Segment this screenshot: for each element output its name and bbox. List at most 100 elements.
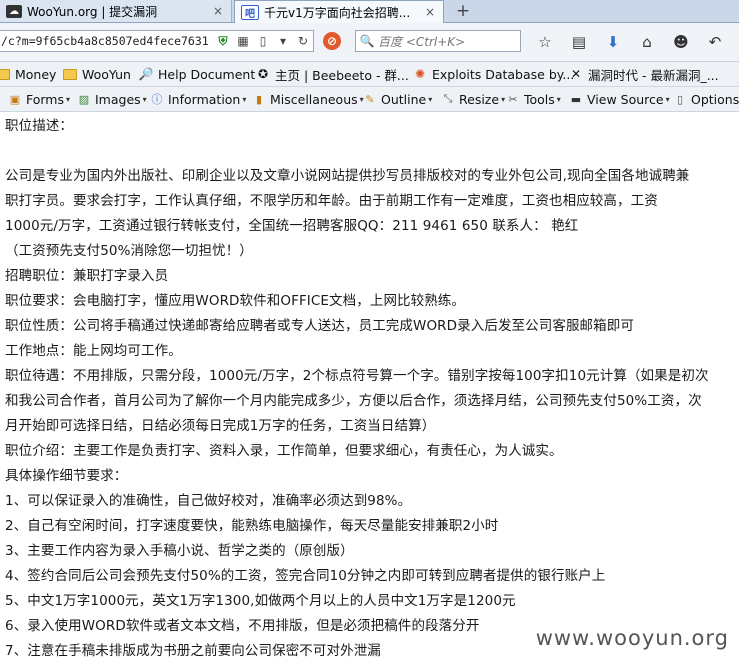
dev-menu-label: Options (691, 91, 739, 107)
navigation-bar: /c?m=9f65cb4a8c8507ed4fece7631 ⛨ ▦ ▯ ▾ ↻… (0, 23, 739, 62)
shield-icon[interactable]: ⛨ (213, 31, 233, 51)
stop-icon[interactable]: ⊘ (323, 32, 341, 50)
bookmark-label: Help Document (158, 66, 256, 82)
bookmark-label: 主页 | Beebeeto - 群... (275, 67, 409, 83)
url-field[interactable]: /c?m=9f65cb4a8c8507ed4fece7631 (0, 34, 213, 48)
chat-icon[interactable]: ☻ (664, 31, 698, 53)
content-line: （工资预先支付50%消除您一切担忧！） (5, 243, 253, 259)
content-line: 6、录入使用WORD软件或者文本文档，不用排版，但是必须把稿件的段落分开 (5, 618, 480, 634)
content-line: 3、主要工作内容为录入手稿小说、哲学之类的（原创版） (5, 543, 354, 559)
content-line: 5、中文1万字1000元，英文1万字1300,如做两个月以上的人员中文1万字是1… (5, 593, 516, 609)
pencil-icon: ✎ (365, 92, 375, 106)
images-icon: ▨ (78, 92, 90, 106)
exploit-db-icon: ✺ (414, 67, 426, 81)
beebeeto-icon: ✪ (257, 67, 269, 81)
bookmark-vul-era[interactable]: ✕ 漏洞时代 - 最新漏洞_... (568, 65, 719, 83)
tab-title: 千元v1万字面向社会招聘... (264, 5, 411, 20)
bookmark-label: WooYun (82, 66, 131, 82)
resize-icon: ⤡ (443, 92, 453, 105)
wooyun-logo-icon: ☁ (6, 4, 22, 18)
tab-title: WooYun.org | 提交漏洞 (27, 4, 158, 19)
dev-menu-label: Outline (381, 91, 427, 107)
content-line: 职位要求：会电脑打字，懂应用WORD软件和OFFICE文档，上网比较熟练。 (5, 293, 466, 309)
tab-job-posting[interactable]: 吧 千元v1万字面向社会招聘... × (234, 0, 444, 23)
caret-icon: ▾ (556, 94, 561, 104)
bookmarks-list-icon[interactable]: ▤ (562, 31, 596, 53)
bookmark-label: Money (15, 66, 57, 82)
dev-menu-label: Images (95, 91, 141, 107)
dev-menu-miscellaneous[interactable]: ▮ Miscellaneous ▾ (251, 90, 364, 108)
folder-icon (0, 68, 10, 80)
dev-menu-images[interactable]: ▨ Images ▾ (76, 90, 147, 108)
dev-menu-tools[interactable]: ✂ Tools ▾ (505, 90, 561, 108)
caret-icon: ▾ (242, 94, 247, 104)
content-line: 职打字员。要求会打字，工作认真仔细，不限学历和年龄。由于前期工作有一定难度，工资… (5, 193, 658, 209)
bookmark-help-document[interactable]: 🔎 Help Document (138, 65, 256, 83)
tools-icon: ✂ (508, 92, 518, 106)
dev-menu-resize[interactable]: ⤡ Resize ▾ (440, 90, 505, 108)
bookmark-star-icon[interactable]: ☆ (528, 31, 562, 53)
back-arrow-icon[interactable]: ↶ (698, 31, 732, 53)
dev-menu-label: Information (168, 91, 241, 107)
page-content: 职位描述： 公司是专业为国内外出版社、印刷企业以及文章小说网站提供抄写员排版校对… (0, 112, 739, 664)
address-bar[interactable]: /c?m=9f65cb4a8c8507ed4fece7631 ⛨ ▦ ▯ ▾ ↻ (0, 30, 314, 52)
dev-menu-label: View Source (587, 91, 664, 107)
bookmark-wooyun[interactable]: WooYun (63, 65, 131, 83)
dev-menu-label: Tools (524, 91, 555, 107)
web-developer-toolbar: ▣ Forms ▾ ▨ Images ▾ ⓘ Information ▾ ▮ Misc… (0, 87, 739, 112)
options-icon: ▯ (676, 92, 684, 106)
content-line: 职位性质：公司将手稿通过快递邮寄给应聘者或专人送达，员工完成WORD录入后发至公… (5, 318, 634, 334)
close-icon[interactable]: × (423, 5, 437, 19)
dev-menu-information[interactable]: ⓘ Information ▾ (149, 90, 247, 108)
dropdown-arrow-icon[interactable]: ▾ (273, 31, 293, 51)
magnifier-icon: 🔎 (138, 67, 154, 81)
tab-wooyun[interactable]: ☁ WooYun.org | 提交漏洞 × (0, 0, 232, 22)
info-icon: ⓘ (151, 93, 163, 106)
misc-icon: ▮ (255, 92, 263, 106)
dev-menu-label: Resize (459, 91, 500, 107)
bookmark-money[interactable]: Money (0, 65, 56, 83)
baidu-paw-icon: 吧 (241, 4, 259, 20)
reload-icon[interactable]: ↻ (293, 31, 313, 51)
close-icon[interactable]: × (211, 4, 225, 18)
content-line: 月开始即可选择日结，日结必须每日完成1万字的任务，工资当日结算） (5, 418, 436, 434)
forms-icon: ▣ (9, 92, 21, 106)
view-source-icon: ▬ (570, 92, 582, 106)
caret-icon: ▾ (428, 94, 433, 104)
bookmark-beebeeto[interactable]: ✪ 主页 | Beebeeto - 群... (255, 65, 409, 83)
content-line: 工作地点：能上网均可工作。 (5, 343, 182, 359)
search-box[interactable]: 🔍 百度 <Ctrl+K> (355, 30, 521, 52)
caret-icon: ▾ (66, 94, 71, 104)
content-line: 4、签约合同后公司会预先支付50%的工资，签完合同10分钟之内即可转到应聘者提供… (5, 568, 606, 584)
home-icon[interactable]: ⌂ (630, 31, 664, 53)
vul-era-icon: ✕ (570, 67, 582, 81)
search-icon: 🔍 (359, 34, 375, 48)
dev-menu-forms[interactable]: ▣ Forms ▾ (7, 90, 70, 108)
content-line: 1、可以保证录入的准确性，自己做好校对，准确率必须达到98%。 (5, 493, 412, 509)
content-line: 具体操作细节要求： (5, 468, 128, 484)
qr-code-icon[interactable]: ▦ (233, 31, 253, 51)
toolbar-icons: ☆ ▤ ⬇ ⌂ ☻ ↶ (528, 31, 732, 53)
content-line: 公司是专业为国内外出版社、印刷企业以及文章小说网站提供抄写员排版校对的专业外包公… (5, 168, 690, 184)
content-line: 职位介绍：主要工作是负责打字、资料入录，工作简单，但要求细心，有责任心，为人诚实… (5, 443, 563, 459)
dev-menu-outline[interactable]: ✎ Outline ▾ (362, 90, 432, 108)
caret-icon: ▾ (665, 94, 670, 104)
dev-menu-view-source[interactable]: ▬ View Source ▾ (568, 90, 670, 108)
dev-menu-options[interactable]: ▯ Options▾ (672, 90, 739, 108)
caret-icon: ▾ (142, 94, 147, 104)
content-line: 7、注意在手稿未排版成为书册之前要向公司保密不可对外泄漏 (5, 643, 381, 659)
content-line: 职位待遇：不用排版，只需分段，1000元/万字，2个标点符号算一个字。错别字按每… (5, 368, 709, 384)
search-placeholder: 百度 <Ctrl+K> (378, 34, 466, 49)
content-line: 2、自己有空闲时间，打字速度要快，能熟练电脑操作，每天尽量能安排兼职2小时 (5, 518, 499, 534)
content-line: 和我公司合作者，首月公司为了解你一个月内能完成多少，方便以后合作，须选择月结，公… (5, 393, 702, 409)
reader-view-icon[interactable]: ▯ (253, 31, 273, 51)
download-icon[interactable]: ⬇ (596, 31, 630, 53)
bookmark-label: 漏洞时代 - 最新漏洞_... (588, 67, 719, 83)
bookmarks-bar: Money WooYun 🔎 Help Document ✪ 主页 | Beeb… (0, 62, 739, 87)
dev-menu-label: Miscellaneous (270, 91, 358, 107)
tab-strip: ☁ WooYun.org | 提交漏洞 × 吧 千元v1万字面向社会招聘... … (0, 0, 739, 23)
content-line: 招聘职位：兼职打字录入员 (5, 268, 169, 284)
bookmark-label: Exploits Database by... (432, 66, 575, 82)
new-tab-button[interactable]: + (452, 0, 474, 22)
bookmark-exploit-db[interactable]: ✺ Exploits Database by... (412, 65, 574, 83)
